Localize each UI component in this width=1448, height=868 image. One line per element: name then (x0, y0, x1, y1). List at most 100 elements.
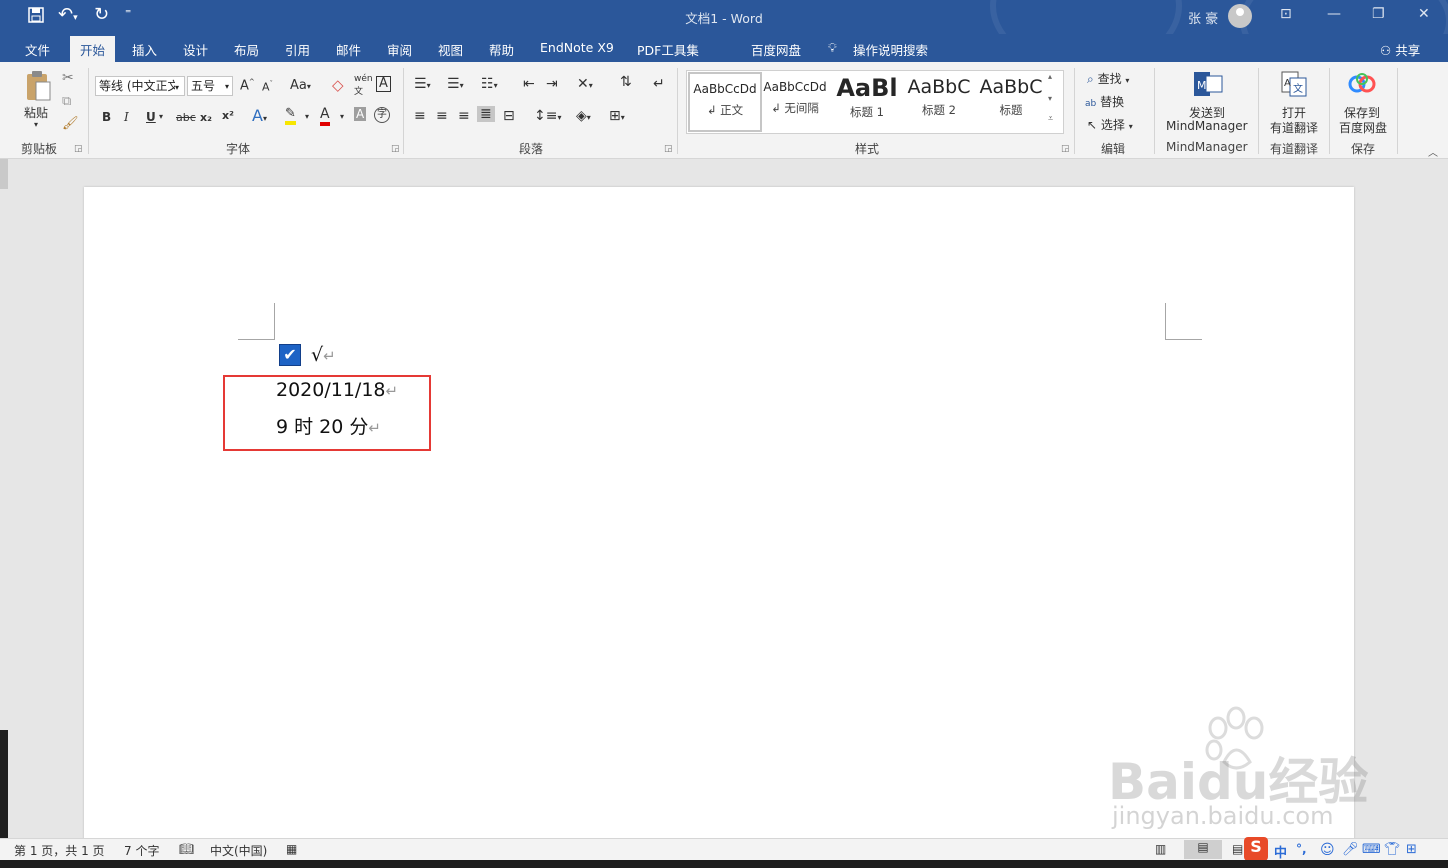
close-icon[interactable]: ✕ (1418, 6, 1430, 22)
borders-icon[interactable]: ⊞▾ (609, 108, 625, 124)
paste-icon[interactable] (24, 70, 52, 102)
chinese-layout-icon[interactable]: ✕▾ (577, 76, 593, 92)
read-mode-icon[interactable]: ▥ (1155, 842, 1166, 856)
toolbox-icon[interactable]: ⊞ (1406, 842, 1417, 857)
tab-insert[interactable]: 插入 (132, 40, 157, 59)
word-count[interactable]: 7 个字 (124, 842, 159, 859)
multilevel-list-icon[interactable]: ☷▾ (481, 76, 498, 92)
align-center-icon[interactable]: ≡ (436, 108, 448, 124)
tab-view[interactable]: 视图 (438, 40, 463, 59)
style-heading-2[interactable]: AaBbC 标题 2 (904, 72, 974, 128)
highlight-icon[interactable]: ✎ (285, 106, 296, 125)
underline-dropdown-icon[interactable]: ▾ (159, 112, 163, 121)
style-heading-1[interactable]: AaBl 标题 1 (832, 72, 902, 128)
shrink-font-icon[interactable]: Aˇ (262, 80, 273, 94)
web-layout-icon[interactable]: ▤ (1232, 842, 1243, 856)
tab-file[interactable]: 文件 (25, 40, 50, 59)
tab-mailings[interactable]: 邮件 (336, 40, 361, 59)
style-normal[interactable]: AaBbCcDd ↲ 正文 (688, 72, 762, 132)
font-size-combo[interactable]: 五号 ▾ (187, 76, 233, 96)
style-no-spacing[interactable]: AaBbCcDd ↲ 无间隔 (760, 72, 830, 128)
baidu-netdisk-icon[interactable] (1348, 72, 1376, 96)
font-color-icon[interactable]: A (320, 106, 330, 126)
decrease-indent-icon[interactable]: ⇤ (523, 76, 535, 92)
styles-scroll-up-icon[interactable]: ▴ (1048, 72, 1052, 81)
tab-home[interactable]: 开始 (70, 36, 116, 62)
restore-icon[interactable]: ❐ (1372, 6, 1385, 22)
sogou-ime-icon[interactable]: S (1244, 837, 1268, 861)
numbering-icon[interactable]: ☰▾ (447, 76, 464, 92)
subscript-button[interactable]: x₂ (200, 111, 212, 124)
tab-baidu-netdisk[interactable]: 百度网盘 (751, 40, 801, 59)
language[interactable]: 中文(中国) (210, 842, 267, 859)
styles-more-icon[interactable]: ⩡ (1048, 114, 1053, 124)
text-effects-icon[interactable]: A▾ (252, 106, 267, 125)
change-case-button[interactable]: Aa▾ (290, 78, 311, 93)
select-button[interactable]: ↖ 选择 ▾ (1087, 116, 1133, 133)
cut-icon[interactable]: ✂ (62, 70, 74, 86)
tab-endnote[interactable]: EndNote X9 (540, 40, 614, 55)
font-launcher-icon[interactable]: ◲ (391, 144, 400, 154)
enclose-characters-icon[interactable]: 字 (374, 107, 390, 123)
shading-icon[interactable]: ◈▾ (576, 108, 591, 124)
checkbox-checked-icon[interactable]: ✔ (279, 344, 301, 366)
styles-scroll-down-icon[interactable]: ▾ (1048, 94, 1052, 103)
send-to-mindmanager-line2[interactable]: MindManager (1166, 119, 1248, 133)
justify-icon[interactable]: ≣ (477, 106, 495, 122)
line-spacing-icon[interactable]: ↕≡▾ (534, 108, 561, 124)
paste-dropdown-icon[interactable]: ▾ (34, 120, 38, 129)
style-title[interactable]: AaBbC 标题 (976, 72, 1046, 128)
superscript-button[interactable]: x² (222, 109, 234, 122)
clear-formatting-icon[interactable]: ◇ (332, 76, 344, 94)
tab-design[interactable]: 设计 (183, 40, 208, 59)
tab-pdf-tools[interactable]: PDF工具集 (637, 40, 699, 59)
bullets-icon[interactable]: ☰▾ (414, 76, 431, 92)
paragraph-launcher-icon[interactable]: ◲ (664, 144, 673, 154)
italic-button[interactable]: I (124, 110, 129, 124)
microphone-icon[interactable]: 🎤︎ (1342, 842, 1359, 857)
tab-review[interactable]: 审阅 (387, 40, 412, 59)
macro-recording-icon[interactable]: ▦ (286, 842, 297, 856)
increase-indent-icon[interactable]: ⇥ (546, 76, 558, 92)
youdao-translate-icon[interactable]: A文 (1280, 70, 1308, 98)
share-button[interactable]: ⚇ 共享 (1380, 40, 1420, 59)
skin-icon[interactable]: 👕︎ (1384, 842, 1401, 857)
user-name[interactable]: 张 豪 (1188, 8, 1218, 27)
show-formatting-marks-icon[interactable]: ↵ (653, 76, 665, 92)
open-youdao-line2[interactable]: 有道翻译 (1270, 119, 1318, 136)
collapse-ribbon-icon[interactable]: ︿ (1428, 144, 1438, 159)
font-name-combo[interactable]: 等线 (中文正文)▾ (95, 76, 185, 96)
tell-me-search[interactable]: 操作说明搜索 (853, 40, 928, 59)
save-to-baidu-line2[interactable]: 百度网盘 (1339, 119, 1387, 136)
character-border-icon[interactable]: A (376, 76, 391, 92)
avatar[interactable] (1228, 4, 1252, 28)
copy-icon[interactable]: ⧉ (62, 94, 71, 109)
paste-button[interactable]: 粘贴 (24, 104, 48, 121)
tab-references[interactable]: 引用 (285, 40, 310, 59)
styles-launcher-icon[interactable]: ◲ (1061, 144, 1070, 154)
print-layout-icon[interactable]: ▤ (1184, 840, 1222, 859)
emoji-icon[interactable]: ☺ (1320, 842, 1335, 858)
page-count[interactable]: 第 1 页，共 1 页 (14, 842, 105, 859)
format-painter-icon[interactable]: 🖌︎ (62, 116, 79, 131)
tab-layout[interactable]: 布局 (234, 40, 259, 59)
clipboard-launcher-icon[interactable]: ◲ (74, 144, 83, 154)
highlight-dropdown-icon[interactable]: ▾ (305, 112, 309, 121)
sort-icon[interactable]: ⇅ (620, 74, 632, 90)
grow-font-icon[interactable]: A^ (240, 78, 255, 93)
replace-button[interactable]: ab 替换 (1085, 93, 1124, 110)
font-color-dropdown-icon[interactable]: ▾ (340, 112, 344, 121)
align-left-icon[interactable]: ≡ (414, 108, 426, 124)
align-right-icon[interactable]: ≡ (458, 108, 470, 124)
mindmanager-icon[interactable]: M (1192, 70, 1224, 98)
find-button[interactable]: ⌕ 查找 ▾ (1087, 70, 1129, 87)
strikethrough-button[interactable]: abc (176, 111, 196, 124)
phonetic-guide-icon[interactable]: wén 文 (354, 74, 373, 97)
bold-button[interactable]: B (102, 110, 111, 124)
tab-help[interactable]: 帮助 (489, 40, 514, 59)
underline-button[interactable]: U (146, 110, 156, 124)
proofing-icon[interactable]: 📖︎ (179, 842, 194, 856)
ime-mode[interactable]: 中 (1274, 842, 1287, 861)
character-shading-icon[interactable]: A (354, 107, 367, 121)
keyboard-icon[interactable]: ⌨ (1362, 842, 1381, 857)
